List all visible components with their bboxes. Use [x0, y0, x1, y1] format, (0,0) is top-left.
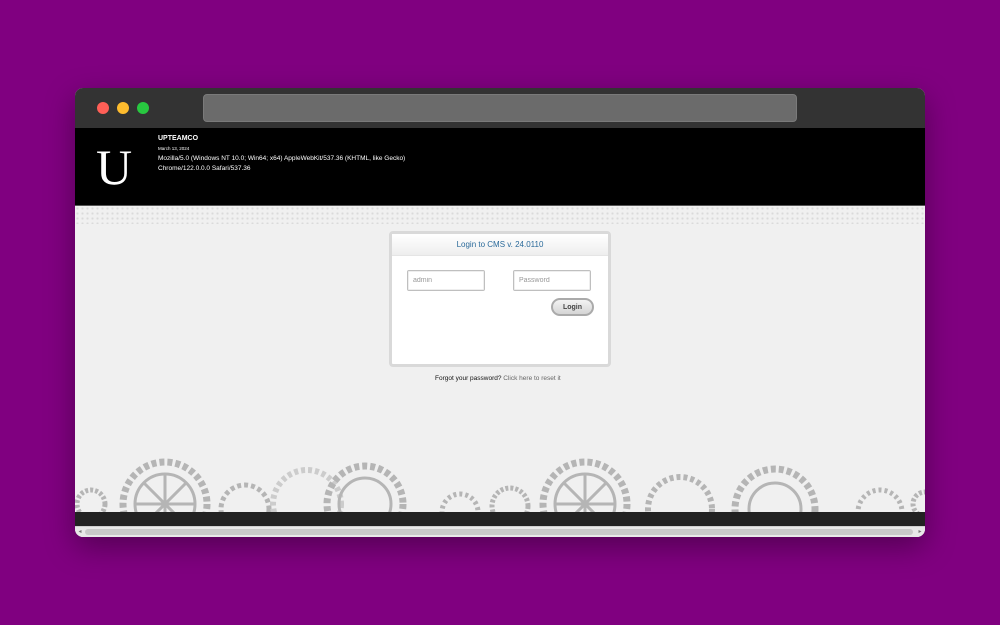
browser-window: U UPTEAMCO March 13, 2024 Mozilla/5.0 (W…: [75, 88, 925, 537]
login-panel-header: Login to CMS v. 24.0110: [392, 234, 608, 256]
scroll-left-arrow-icon[interactable]: ◂: [75, 527, 85, 537]
login-panel: Login to CMS v. 24.0110 Login: [389, 231, 611, 367]
maximize-window-button[interactable]: [137, 102, 149, 114]
browser-titlebar: [75, 88, 925, 128]
scroll-right-arrow-icon[interactable]: ▸: [915, 527, 925, 537]
close-window-button[interactable]: [97, 102, 109, 114]
login-button[interactable]: Login: [551, 298, 594, 316]
site-date: March 13, 2024: [158, 146, 190, 151]
horizontal-scrollbar[interactable]: ◂ ▸: [75, 526, 925, 537]
password-input[interactable]: [513, 270, 591, 291]
forgot-password-text: Forgot your password?: [435, 375, 502, 382]
address-bar[interactable]: [203, 94, 797, 122]
dot-pattern-decoration: [75, 206, 925, 224]
site-logo[interactable]: U: [93, 138, 135, 196]
scrollbar-thumb[interactable]: [85, 529, 913, 535]
page-content: Login to CMS v. 24.0110 Login Forgot you…: [75, 206, 925, 512]
forgot-password-line: Forgot your password? Click here to rese…: [435, 375, 561, 382]
user-agent-text: Mozilla/5.0 (Windows NT 10.0; Win64; x64…: [158, 155, 406, 172]
site-name: UPTEAMCO: [158, 135, 199, 142]
login-title: Login to CMS v. 24.0110: [456, 240, 544, 249]
reset-password-link[interactable]: Click here to reset it: [503, 375, 560, 382]
minimize-window-button[interactable]: [117, 102, 129, 114]
site-header: U UPTEAMCO March 13, 2024 Mozilla/5.0 (W…: [75, 128, 925, 206]
username-input[interactable]: [407, 270, 485, 291]
gears-decoration: [75, 458, 925, 512]
page-footer: [75, 512, 925, 526]
